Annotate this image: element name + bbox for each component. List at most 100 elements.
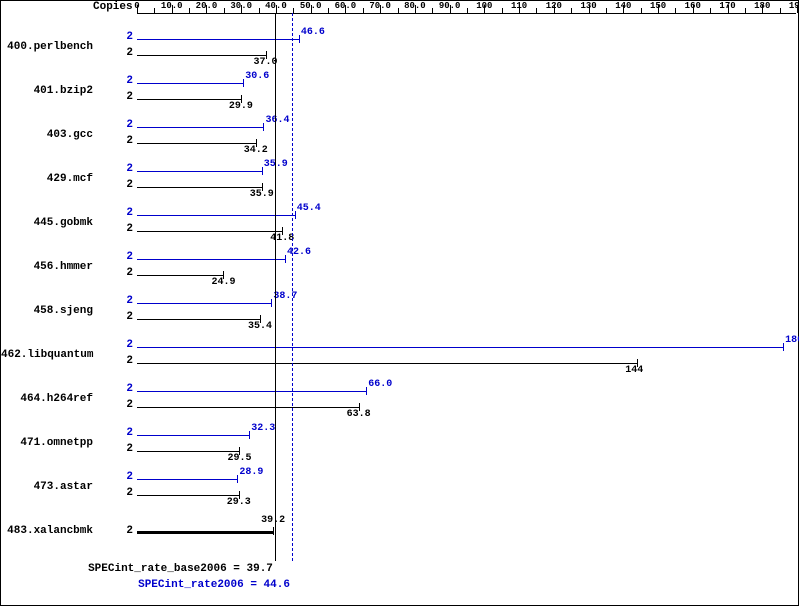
axis-tick-label: 150: [650, 1, 666, 11]
peak-whisker: [237, 475, 238, 483]
peak-bar: [137, 171, 262, 172]
peak-whisker: [299, 35, 300, 43]
axis-tick-label: 60.0: [335, 1, 357, 11]
base-bar: [137, 231, 282, 232]
copies-peak: 2: [119, 427, 133, 439]
benchmark-label: 464.h264ref: [1, 393, 93, 405]
axis-tick-label: 90.0: [439, 1, 461, 11]
copies-base: 2: [119, 223, 133, 235]
axis-tick: [675, 8, 676, 13]
axis-tick: [328, 8, 329, 13]
axis-tick-label: 170: [719, 1, 735, 11]
benchmark-label: 462.libquantum: [1, 349, 93, 361]
peak-value-label: 32.3: [251, 423, 275, 434]
summary-base: SPECint_rate_base2006 = 39.7: [88, 563, 273, 575]
copies-peak: 2: [119, 75, 133, 87]
peak-value-label: 45.4: [297, 203, 321, 214]
axis-tick: [432, 8, 433, 13]
peak-whisker: [249, 431, 250, 439]
base-bar: [137, 55, 266, 56]
peak-bar: [137, 479, 237, 480]
axis-tick-label: 50.0: [300, 1, 322, 11]
peak-value-label: 28.9: [239, 467, 263, 478]
copies-base: 2: [119, 311, 133, 323]
benchmark-row: 483.xalancbmk239.2: [1, 513, 796, 553]
copies-peak: 2: [119, 383, 133, 395]
copies-peak: 2: [119, 31, 133, 43]
axis-tick: [502, 8, 503, 13]
copies-base: 2: [119, 267, 133, 279]
axis-tick-label: 140: [615, 1, 631, 11]
base-value-label: 34.2: [244, 145, 268, 156]
axis-tick-label: 100: [476, 1, 492, 11]
axis-tick-label: 40.0: [265, 1, 287, 11]
base-bar: [137, 275, 223, 276]
peak-value-label: 36.4: [265, 115, 289, 126]
base-value-label: 63.8: [347, 409, 371, 420]
benchmark-label: 445.gobmk: [1, 217, 93, 229]
copies-base: 2: [119, 355, 133, 367]
axis-tick: [189, 8, 190, 13]
axis-tick-label: 10.0: [161, 1, 183, 11]
axis-tick-label: 120: [546, 1, 562, 11]
benchmark-label: 401.bzip2: [1, 85, 93, 97]
peak-bar: [137, 435, 249, 436]
benchmark-label: 458.sjeng: [1, 305, 93, 317]
copies-base: 2: [119, 91, 133, 103]
axis-tick: [710, 8, 711, 13]
benchmark-label: 483.xalancbmk: [1, 525, 93, 537]
peak-whisker: [783, 343, 784, 351]
benchmark-label: 400.perlbench: [1, 41, 93, 53]
peak-bar: [137, 215, 295, 216]
peak-value-label: 186: [785, 335, 799, 346]
ref-line-peak: [292, 13, 293, 561]
benchmark-label: 456.hmmer: [1, 261, 93, 273]
benchmark-row: 464.h264ref2266.063.8: [1, 381, 796, 421]
benchmark-row: 456.hmmer2242.624.9: [1, 249, 796, 289]
base-bar: [137, 99, 241, 100]
copies-peak: 2: [119, 119, 133, 131]
peak-whisker: [263, 123, 264, 131]
axis-tick: [224, 8, 225, 13]
axis-tick-label: 160: [685, 1, 701, 11]
axis-tick: [641, 8, 642, 13]
base-value-label: 29.3: [227, 497, 251, 508]
axis-tick-label: 190: [789, 1, 799, 11]
base-bar: [137, 495, 239, 496]
copies-peak: 2: [119, 295, 133, 307]
copies-base: 2: [119, 179, 133, 191]
copies-base: 2: [119, 525, 133, 537]
peak-whisker: [285, 255, 286, 263]
benchmark-label: 473.astar: [1, 481, 93, 493]
axis-tick: [536, 8, 537, 13]
copies-base: 2: [119, 399, 133, 411]
copies-base: 2: [119, 135, 133, 147]
axis-tick: [606, 8, 607, 13]
base-value-label: 35.4: [248, 321, 272, 332]
peak-whisker: [366, 387, 367, 395]
base-bar: [137, 143, 256, 144]
benchmark-row: 473.astar2228.929.3: [1, 469, 796, 509]
base-bar: [137, 363, 637, 364]
axis-tick: [398, 8, 399, 13]
axis-tick: [467, 8, 468, 13]
base-bar: [137, 407, 359, 408]
peak-value-label: 30.6: [245, 71, 269, 82]
base-value-label: 29.9: [229, 101, 253, 112]
copies-base: 2: [119, 47, 133, 59]
benchmark-row: 429.mcf2235.935.9: [1, 161, 796, 201]
axis-tick-label: 130: [580, 1, 596, 11]
axis-tick: [571, 8, 572, 13]
copies-peak: 2: [119, 163, 133, 175]
axis-tick-label: 20.0: [196, 1, 218, 11]
benchmark-row: 471.omnetpp2232.329.5: [1, 425, 796, 465]
axis-tick: [363, 8, 364, 13]
summary-peak: SPECint_rate2006 = 44.6: [138, 579, 290, 591]
peak-value-label: 46.6: [301, 27, 325, 38]
copies-peak: 2: [119, 339, 133, 351]
peak-bar: [137, 259, 285, 260]
base-bar: [137, 531, 273, 534]
base-value-label: 144: [625, 365, 643, 376]
peak-whisker: [295, 211, 296, 219]
benchmark-label: 429.mcf: [1, 173, 93, 185]
